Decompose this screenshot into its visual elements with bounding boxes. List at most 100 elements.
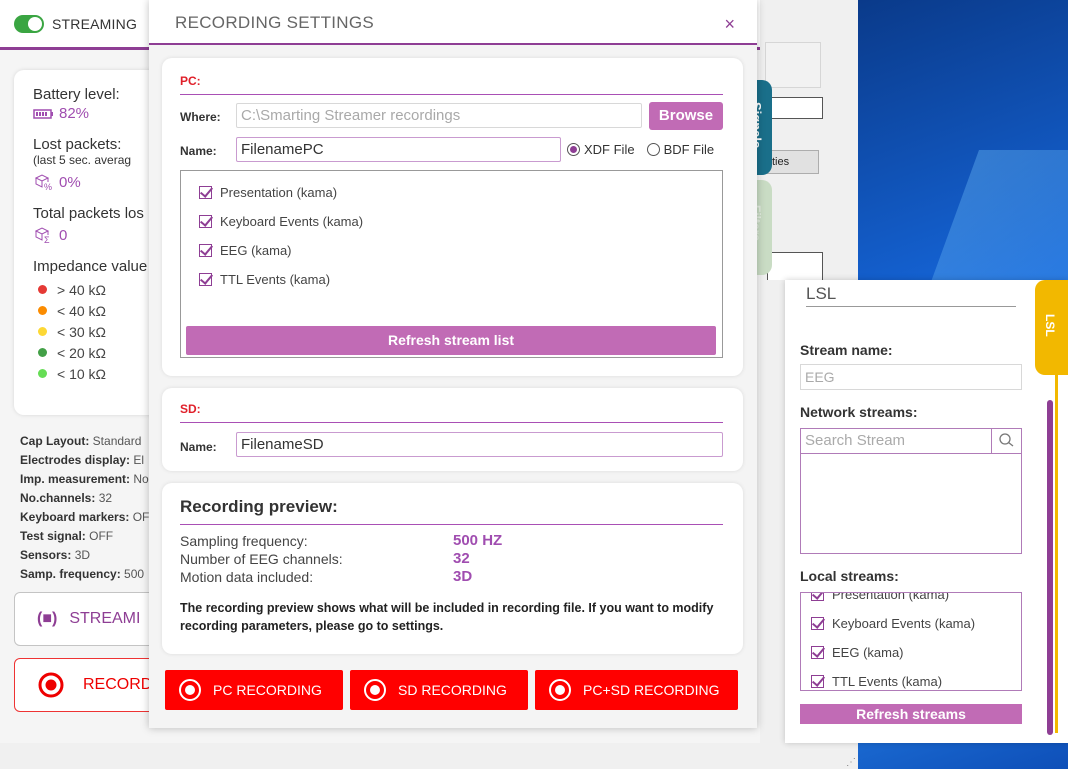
impedance-level-label: < 20 kΩ (57, 344, 106, 361)
properties-button[interactable]: ties (765, 150, 819, 174)
checkbox[interactable] (811, 646, 824, 659)
impedance-dot-yellow (38, 327, 47, 336)
stream-button-label: STREAMI (69, 610, 141, 627)
info-row: No.channels: 32 (20, 491, 113, 505)
list-item[interactable]: TTL Events (kama) (811, 674, 942, 689)
stream-button[interactable]: (■) STREAMI (14, 592, 164, 646)
checkbox[interactable] (811, 617, 824, 630)
preview-row-label: Number of EEG channels: (180, 551, 343, 567)
impedance-level-label: < 30 kΩ (57, 323, 106, 340)
checkbox[interactable] (811, 675, 824, 688)
stream-icon: (■) (37, 610, 58, 627)
xdf-label: XDF File (584, 142, 635, 157)
preview-row-value: 500 HZ (453, 532, 503, 549)
toggle-switch[interactable] (14, 15, 44, 33)
checkbox[interactable] (199, 244, 212, 257)
divider (180, 94, 723, 95)
preview-row-label: Motion data included: (180, 569, 314, 585)
list-item[interactable]: EEG (kama) (199, 243, 292, 258)
tab-lsl[interactable]: LSL (1035, 280, 1068, 375)
network-streams-label: Network streams: (800, 404, 918, 420)
impedance-row: < 20 kΩ (33, 342, 164, 363)
pc-recording-button[interactable]: PC RECORDING (165, 670, 343, 710)
record-button[interactable]: RECORD (14, 658, 164, 712)
close-icon[interactable]: × (724, 14, 735, 35)
list-item[interactable]: TTL Events (kama) (199, 272, 330, 287)
battery-icon (33, 108, 53, 119)
record-icon (364, 679, 386, 701)
pc-name-input[interactable]: FilenamePC (236, 137, 561, 162)
accent-bar (1055, 300, 1058, 733)
sd-label: SD: (180, 402, 201, 416)
list-item[interactable]: Keyboard Events (kama) (199, 214, 363, 229)
preview-row-value: 32 (453, 550, 470, 567)
info-row: Imp. measurement: No (20, 472, 149, 486)
streaming-toggle[interactable]: STREAMING (14, 15, 137, 33)
lost-packets-value-row: % 0% (33, 173, 164, 191)
lsl-panel: LSL LSL Stream name: EEG Network streams… (785, 280, 1068, 743)
refresh-streams-button[interactable]: Refresh streams (800, 704, 1022, 724)
preview-card: Recording preview: Sampling frequency: 5… (162, 483, 743, 654)
bdf-radio[interactable] (646, 143, 660, 156)
list-item[interactable]: Presentation (kama) (199, 185, 337, 200)
local-streams-list: Presentation (kama) Keyboard Events (kam… (800, 592, 1022, 691)
impedance-legend: > 40 kΩ < 40 kΩ < 30 kΩ < 20 kΩ < 10 kΩ (33, 279, 164, 384)
lost-packets-sublabel: (last 5 sec. averag (33, 153, 132, 167)
search-icon[interactable] (991, 429, 1021, 454)
where-input[interactable]: C:\Smarting Streamer recordings (236, 103, 642, 128)
stream-name-label: Stream name: (800, 342, 893, 358)
status-card: Battery level: 82% Lost packets: (last 5… (14, 70, 164, 415)
stream-name-input[interactable]: EEG (800, 364, 1022, 390)
impedance-dot-orange (38, 306, 47, 315)
checkbox[interactable] (199, 215, 212, 228)
divider (806, 306, 1016, 307)
impedance-level-label: > 40 kΩ (57, 281, 106, 298)
list-item[interactable]: Presentation (kama) (811, 593, 949, 602)
info-row: Keyboard markers: OF (20, 510, 150, 524)
list-item[interactable]: EEG (kama) (811, 645, 904, 660)
pcsd-recording-button[interactable]: PC+SD RECORDING (535, 670, 738, 710)
bdf-label: BDF File (663, 142, 715, 157)
sd-recording-button[interactable]: SD RECORDING (350, 670, 528, 710)
list-item[interactable]: Keyboard Events (kama) (811, 616, 975, 631)
battery-label: Battery level: (33, 86, 120, 103)
search-input[interactable]: Search Stream (801, 429, 1021, 454)
sd-name-input[interactable]: FilenameSD (236, 432, 723, 457)
checkbox[interactable] (811, 593, 824, 601)
impedance-dot-green (38, 348, 47, 357)
total-lost-value: 0 (59, 226, 68, 244)
file-format-radios: XDF File BDF File (567, 142, 714, 157)
impedance-row: < 10 kΩ (33, 363, 164, 384)
packet-sum-icon: Σ (34, 227, 50, 244)
impedance-level-label: < 10 kΩ (57, 365, 106, 382)
sd-card: SD: Name: FilenameSD (162, 388, 743, 471)
browse-button[interactable]: Browse (649, 102, 723, 130)
background-input[interactable] (767, 97, 823, 119)
scrollbar[interactable] (1047, 400, 1053, 735)
svg-text:%: % (44, 182, 52, 191)
info-row: Cap Layout: Standard (20, 434, 142, 448)
impedance-dot-red (38, 285, 47, 294)
battery-value: 82% (59, 105, 90, 122)
device-info-list: Cap Layout: Standard Electrodes display:… (20, 432, 149, 584)
divider (180, 422, 723, 423)
refresh-stream-list-button[interactable]: Refresh stream list (186, 326, 716, 355)
record-icon (38, 672, 64, 698)
pc-name-label: Name: (180, 144, 217, 158)
checkbox[interactable] (199, 273, 212, 286)
info-row: Electrodes display: El (20, 453, 145, 467)
network-streams-list: Search Stream (800, 428, 1022, 554)
impedance-row: > 40 kΩ (33, 279, 164, 300)
impedance-row: < 40 kΩ (33, 300, 164, 321)
pc-card: PC: Where: C:\Smarting Streamer recordin… (162, 58, 743, 376)
xdf-radio[interactable] (567, 143, 580, 156)
background-input-2[interactable] (767, 252, 823, 280)
info-row: Samp. frequency: 500 (20, 567, 145, 581)
background-panel (765, 42, 821, 88)
total-lost-value-row: Σ 0 (33, 226, 164, 244)
preview-row-value: 3D (453, 568, 473, 585)
dialog-header: RECORDING SETTINGS × (149, 0, 757, 45)
checkbox[interactable] (199, 186, 212, 199)
resize-grip-icon[interactable]: ⋰ (846, 757, 856, 768)
lost-packets-label: Lost packets: (33, 136, 122, 153)
